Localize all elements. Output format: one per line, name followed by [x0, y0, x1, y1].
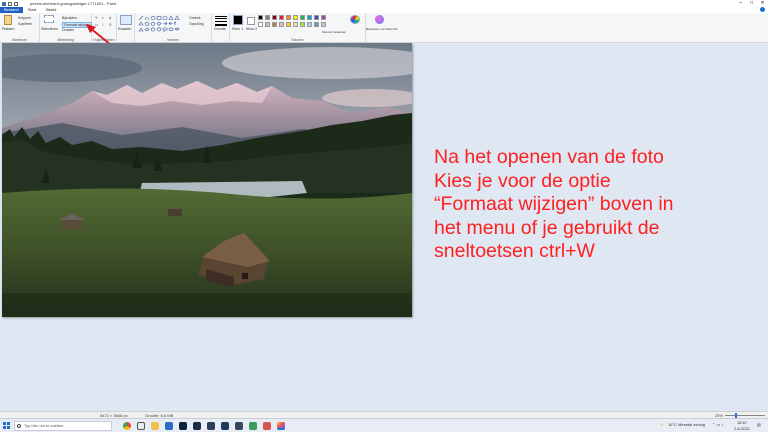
paste-button[interactable]: Plakken [2, 27, 14, 31]
maximize-button[interactable]: □ [746, 0, 757, 7]
minimize-button[interactable]: – [735, 0, 746, 7]
colors-group: Kleur 1 Kleur 2 Kleuren [230, 13, 366, 43]
edit-colors-icon[interactable] [350, 15, 360, 24]
color2-label: Kleur 2 [246, 27, 258, 31]
file-explorer-icon[interactable] [151, 422, 159, 430]
select-icon[interactable] [44, 15, 54, 23]
palette-swatch[interactable] [286, 22, 291, 27]
color-palette [258, 15, 348, 29]
taskbar: Typ hier om te zoeken ☀ 16°C Meestal zon… [0, 418, 768, 432]
palette-swatch[interactable] [286, 15, 291, 20]
size-button[interactable]: Grootte [214, 27, 226, 31]
palette-swatch[interactable] [258, 15, 263, 20]
app-icon-1[interactable] [207, 422, 215, 430]
palette-swatch[interactable] [314, 15, 319, 20]
palette-swatch[interactable] [265, 15, 270, 20]
line-width-icon[interactable] [215, 16, 227, 26]
chrome-icon[interactable] [123, 422, 131, 430]
color1-swatch[interactable] [233, 15, 243, 25]
app-icon-5[interactable] [263, 422, 271, 430]
color1-label: Kleur 1 [232, 27, 244, 31]
palette-swatch[interactable] [279, 15, 284, 20]
paint-icon[interactable] [277, 422, 285, 430]
size-group: Grootte [212, 13, 230, 43]
copy-button[interactable]: Kopiëren [18, 22, 32, 26]
palette-swatch[interactable] [307, 22, 312, 27]
weather-icon[interactable]: ☀ [660, 422, 664, 427]
palette-swatch[interactable] [272, 15, 277, 20]
shapes-group-label: Vormen [166, 38, 180, 42]
redo-icon[interactable] [14, 1, 18, 6]
palette-swatch[interactable] [293, 15, 298, 20]
paint3d-group: Bewerken met Paint 3D [366, 13, 398, 43]
notifications-icon[interactable]: ▤ [757, 422, 761, 427]
palette-swatch[interactable] [265, 22, 270, 27]
palette-swatch[interactable] [300, 15, 305, 20]
lightroom-icon[interactable] [193, 422, 201, 430]
close-button[interactable]: ✕ [757, 0, 768, 7]
search-placeholder: Typ hier om te zoeken [24, 423, 64, 428]
outline-dropdown[interactable]: Omtrek [189, 16, 200, 20]
clipboard-group: Plakken Knippen Kopiëren Klembord [0, 13, 40, 43]
shapes-group: Omtrek Opvulling Vormen [135, 13, 212, 43]
save-icon[interactable] [2, 1, 6, 6]
note-line-4: het menu of je gebruikt de [434, 216, 660, 239]
taskbar-search[interactable]: Typ hier om te zoeken [14, 421, 112, 431]
search-icon [17, 424, 21, 428]
note-line-3: “Formaat wijzigen” boven in [434, 193, 674, 215]
start-button[interactable] [3, 422, 10, 429]
clipboard-group-label: Klembord [12, 38, 27, 42]
landscape-image [2, 43, 412, 317]
task-view-icon[interactable] [137, 422, 145, 430]
palette-swatch[interactable] [258, 22, 263, 27]
paste-icon[interactable] [4, 15, 12, 25]
weather-status[interactable]: 16°C Meestal zonnig [668, 422, 705, 427]
help-icon[interactable] [760, 7, 765, 12]
status-bar: 5472 × 3648 px Grootte: 6,8 MB 25% [0, 411, 768, 418]
palette-swatch[interactable] [321, 15, 326, 20]
instruction-note: Na het openen van de foto Kies je voor d… [434, 146, 764, 264]
undo-icon[interactable] [8, 1, 12, 6]
palette-swatch[interactable] [293, 22, 298, 27]
palette-swatch[interactable] [307, 15, 312, 20]
tray-icons[interactable]: ⌃ ▭ ♪ [712, 422, 723, 427]
app-icon-2[interactable] [221, 422, 229, 430]
rotate-button[interactable]: Draaien [62, 28, 74, 32]
select-button[interactable]: Selecteren [41, 27, 58, 31]
palette-swatch[interactable] [272, 22, 277, 27]
palette-swatch[interactable] [314, 22, 319, 27]
crop-button[interactable]: Bijsnijden [62, 16, 77, 20]
paint3d-button[interactable]: Bewerken met Paint 3D [366, 27, 398, 31]
photoshop-icon[interactable] [179, 422, 187, 430]
note-line-5: sneltoetsen ctrl+W [434, 240, 595, 262]
title-bar: pexels-eberhard-grossgasteiger-1771001 -… [0, 0, 768, 7]
quick-access-toolbar [0, 1, 18, 6]
color2-swatch[interactable] [247, 17, 255, 25]
colors-group-label: Kleuren [291, 38, 304, 42]
zoom-slider[interactable] [725, 413, 765, 418]
shapes-gallery[interactable] [138, 15, 184, 33]
palette-swatch[interactable] [321, 22, 326, 27]
clock-date[interactable]: 2-6-2021 [734, 426, 750, 431]
palette-swatch[interactable] [300, 22, 305, 27]
canvas-photo[interactable] [2, 43, 412, 317]
edit-colors-button[interactable]: Kleuren bewerken [322, 30, 346, 34]
note-line-1: Na het openen van de foto [434, 146, 664, 168]
palette-swatch[interactable] [279, 22, 284, 27]
fill-dropdown[interactable]: Opvulling [189, 22, 204, 26]
cut-button[interactable]: Knippen [18, 16, 31, 20]
window-title: pexels-eberhard-grossgasteiger-1771001 -… [30, 1, 117, 6]
clock-time[interactable]: 16:57 [737, 420, 747, 425]
app-icon-3[interactable] [235, 422, 243, 430]
mail-icon[interactable] [165, 422, 173, 430]
note-line-2: Kies je voor de optie [434, 169, 611, 192]
paint3d-icon[interactable] [375, 15, 384, 24]
app-icon-4[interactable] [249, 422, 257, 430]
